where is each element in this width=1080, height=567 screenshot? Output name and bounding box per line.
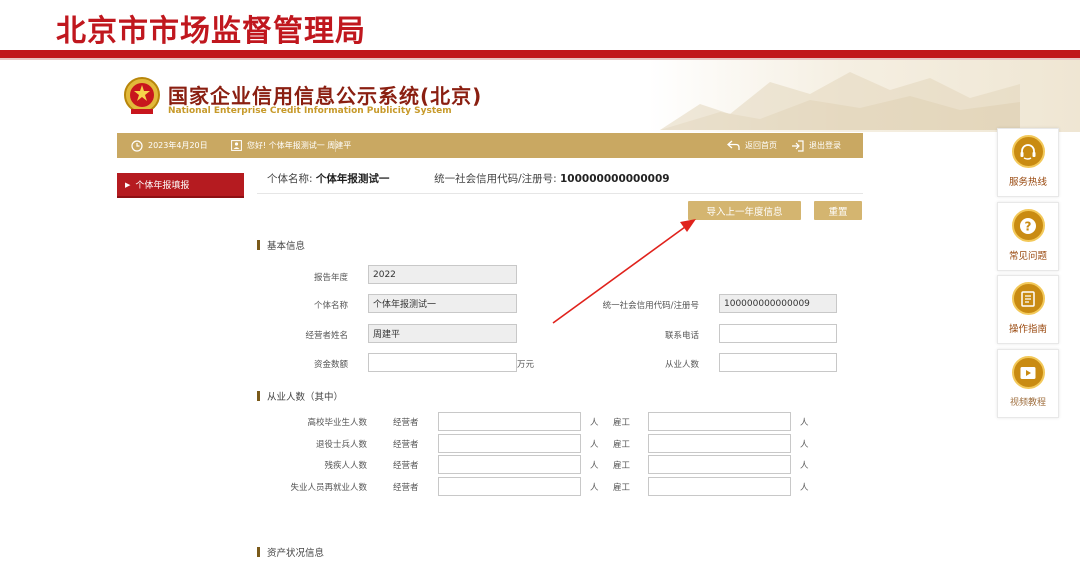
logout-icon: [791, 139, 804, 152]
caret-right-icon: ▶: [125, 180, 131, 189]
user-card-icon: [231, 140, 242, 151]
report-year-field[interactable]: [368, 265, 517, 284]
sidebar-item-annual-report[interactable]: ▶ 个体年报填报: [117, 173, 244, 198]
staff-row-label: 失业人员再就业人数: [290, 483, 367, 493]
operation-guide-label: 操作指南: [1008, 324, 1047, 335]
employee-unit: 人: [800, 418, 809, 428]
system-subtitle: National Enterprise Credit Information P…: [168, 106, 452, 116]
employee-column-label: 雇工: [613, 440, 631, 450]
credit-code-label: 统一社会信用代码/注册号: [602, 301, 699, 311]
system-title: 国家企业信用信息公示系统(北京): [168, 84, 483, 108]
operator-column-label: 经营者: [393, 440, 419, 450]
entity-code-value: 100000000000009: [560, 173, 670, 185]
entity-divider: [257, 193, 863, 194]
operator-name-label: 经营者姓名: [305, 331, 348, 341]
staff-row-label: 残疾人人数: [324, 461, 367, 471]
headset-icon: [1011, 135, 1045, 168]
section-basic-info-title: 基本信息: [267, 241, 306, 252]
operator-unit: 人: [590, 418, 599, 428]
operator-name-field[interactable]: [368, 324, 517, 343]
operator-unit: 人: [590, 461, 599, 471]
greeting-text: 您好! 个体年报测试一 周建平: [247, 141, 352, 150]
section-marker: [257, 391, 260, 401]
back-arrow-icon: [727, 140, 740, 151]
operation-guide-widget[interactable]: 操作指南: [997, 275, 1059, 344]
phone-label: 联系电话: [664, 331, 699, 341]
operator-count-field[interactable]: [438, 412, 581, 431]
employee-count-field[interactable]: [648, 434, 791, 453]
clock-icon: [131, 139, 143, 152]
operator-unit: 人: [590, 440, 599, 450]
toolbar-date: 2023年4月20日: [131, 133, 208, 158]
employee-unit: 人: [800, 440, 809, 450]
employee-column-label: 雇工: [613, 418, 631, 428]
operator-count-field[interactable]: [438, 434, 581, 453]
report-year-label: 报告年度: [313, 273, 348, 283]
capital-field[interactable]: [368, 353, 517, 372]
header-red-bar: [0, 50, 1080, 58]
section-marker: [257, 547, 260, 557]
video-tutorial-label: 视频教程: [1009, 398, 1046, 408]
entity-code-label: 统一社会信用代码/注册号:: [434, 173, 557, 185]
video-icon: [1011, 356, 1045, 389]
entity-name-field-label: 个体名称: [313, 301, 348, 311]
operator-unit: 人: [590, 483, 599, 493]
service-hotline-widget[interactable]: 服务热线: [997, 128, 1059, 197]
employee-count-field[interactable]: [648, 455, 791, 474]
section-assets-title: 资产状况信息: [267, 548, 325, 559]
staff-row-label: 高校毕业生人数: [307, 418, 367, 428]
faq-widget[interactable]: ? 常见问题: [997, 202, 1059, 271]
section-marker: [257, 240, 260, 250]
guide-icon: [1011, 282, 1045, 315]
employees-field[interactable]: [719, 353, 837, 372]
date-text: 2023年4月20日: [148, 141, 208, 150]
employee-unit: 人: [800, 461, 809, 471]
mountain-illustration: [660, 72, 1020, 130]
entity-name-label: 个体名称:: [267, 173, 313, 185]
employee-unit: 人: [800, 483, 809, 493]
staff-row-label: 退役士兵人数: [315, 440, 367, 450]
operator-column-label: 经营者: [393, 483, 419, 493]
national-emblem-icon: [124, 77, 160, 114]
import-previous-year-button[interactable]: 导入上一年度信息: [688, 201, 801, 220]
employee-column-label: 雇工: [613, 461, 631, 471]
section-basic-info: 基本信息: [257, 238, 305, 252]
entity-name-field[interactable]: [368, 294, 517, 313]
video-tutorial-widget[interactable]: 视频教程: [997, 349, 1059, 418]
operator-column-label: 经营者: [393, 418, 419, 428]
employees-label: 从业人数: [664, 360, 699, 370]
toolbar-greeting: 您好! 个体年报测试一 周建平: [231, 133, 351, 158]
operator-count-field[interactable]: [438, 477, 581, 496]
logout-link[interactable]: 退出登录: [791, 133, 841, 158]
user-toolbar: 2023年4月20日 您好! 个体年报测试一 周建平 返回首页 退出登录: [117, 133, 863, 158]
bureau-title: 北京市市场监督管理局: [56, 14, 366, 49]
phone-field[interactable]: [719, 324, 837, 343]
credit-code-field[interactable]: [719, 294, 837, 313]
capital-unit: 万元: [517, 360, 535, 370]
svg-text:?: ?: [1025, 219, 1032, 233]
reset-button[interactable]: 重置: [814, 201, 862, 220]
employee-column-label: 雇工: [613, 483, 631, 493]
logout-link-label: 退出登录: [809, 141, 841, 150]
section-staff-title: 从业人数（其中）: [267, 392, 344, 403]
home-link-label: 返回首页: [745, 141, 777, 150]
operator-column-label: 经营者: [393, 461, 419, 471]
operator-count-field[interactable]: [438, 455, 581, 474]
entity-summary: 个体名称: 个体年报测试一 统一社会信用代码/注册号: 100000000000…: [267, 171, 670, 186]
capital-label: 资金数额: [313, 360, 348, 370]
entity-name-value: 个体年报测试一: [315, 173, 390, 185]
home-link[interactable]: 返回首页: [727, 133, 777, 158]
employee-count-field[interactable]: [648, 412, 791, 431]
sidebar-item-label: 个体年报填报: [135, 181, 190, 191]
question-icon: ?: [1011, 209, 1045, 242]
service-hotline-label: 服务热线: [1008, 177, 1047, 188]
section-assets: 资产状况信息: [257, 545, 324, 559]
employee-count-field[interactable]: [648, 477, 791, 496]
faq-label: 常见问题: [1008, 251, 1047, 262]
section-staff: 从业人数（其中）: [257, 389, 343, 403]
